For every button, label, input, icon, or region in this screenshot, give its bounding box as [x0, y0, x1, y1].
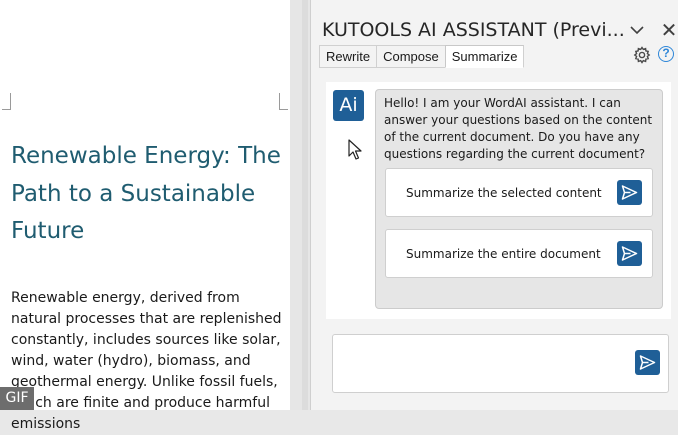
- send-message-button[interactable]: [635, 350, 660, 375]
- margin-corner-left: [2, 93, 11, 110]
- tab-rewrite[interactable]: Rewrite: [319, 45, 377, 68]
- margin-corner-right: [279, 93, 288, 110]
- send-icon: [639, 355, 656, 370]
- assistant-avatar: Ai: [333, 90, 364, 121]
- assistant-greeting: Hello! I am your WordAI assistant. I can…: [384, 96, 653, 161]
- gif-badge: GIF: [0, 387, 34, 410]
- tab-compose[interactable]: Compose: [376, 45, 445, 68]
- document-page: Renewable Energy: The Path to a Sustaina…: [0, 0, 290, 432]
- message-input-box[interactable]: [332, 334, 669, 393]
- mouse-cursor-icon: [348, 139, 362, 161]
- document-paragraph[interactable]: Renewable energy, derived from natural p…: [11, 288, 286, 435]
- suggestion-label: Summarize the entire document: [406, 247, 601, 261]
- suggestion-summarize-document[interactable]: Summarize the entire document: [385, 229, 653, 278]
- suggestion-label: Summarize the selected content: [406, 186, 602, 200]
- chevron-down-icon[interactable]: [627, 18, 647, 42]
- send-icon: [621, 246, 638, 261]
- tab-summarize[interactable]: Summarize: [444, 45, 525, 68]
- assistant-message-bubble: Hello! I am your WordAI assistant. I can…: [375, 89, 663, 309]
- chat-area: Ai Hello! I am your WordAI assistant. I …: [326, 82, 671, 319]
- send-suggestion-button[interactable]: [617, 180, 642, 205]
- send-suggestion-button[interactable]: [617, 241, 642, 266]
- ai-assistant-panel: KUTOOLS AI ASSISTANT (Previ... ✕ Rewrite…: [310, 0, 678, 410]
- tab-bar: Rewrite Compose Summarize: [319, 45, 525, 68]
- panel-title: KUTOOLS AI ASSISTANT (Previ...: [322, 19, 624, 41]
- document-title[interactable]: Renewable Energy: The Path to a Sustaina…: [11, 138, 283, 251]
- suggestion-summarize-selected[interactable]: Summarize the selected content: [385, 168, 653, 217]
- close-icon[interactable]: ✕: [659, 18, 678, 42]
- help-icon[interactable]: ?: [658, 46, 674, 62]
- send-icon: [621, 185, 638, 200]
- message-input[interactable]: [339, 341, 633, 389]
- document-scrollbar[interactable]: [302, 0, 308, 410]
- gear-icon[interactable]: [633, 46, 651, 64]
